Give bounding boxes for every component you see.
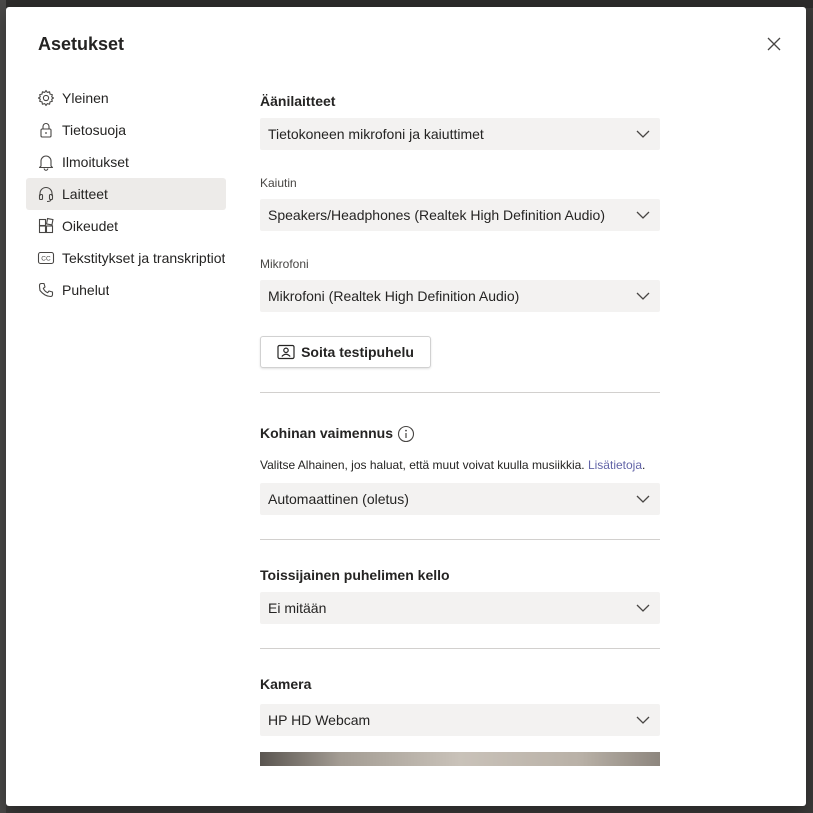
microphone-label: Mikrofoni xyxy=(260,257,309,271)
svg-text:CC: CC xyxy=(41,256,51,263)
camera-preview xyxy=(260,752,660,766)
divider xyxy=(260,392,660,393)
speaker-label: Kaiutin xyxy=(260,176,297,190)
divider xyxy=(260,539,660,540)
select-value: Automaattinen (oletus) xyxy=(268,491,409,507)
nav-item-privacy[interactable]: Tietosuoja xyxy=(26,114,226,146)
bell-icon xyxy=(37,153,55,171)
dialog-title: Asetukset xyxy=(38,34,125,54)
nav-item-label: Oikeudet xyxy=(62,218,119,234)
noise-suppression-heading: Kohinan vaimennus xyxy=(260,425,394,441)
settings-dialog: Asetukset Yleinen Tietosuoja Ilmoitukset xyxy=(6,7,806,806)
chevron-down-icon xyxy=(636,130,650,138)
chevron-down-icon xyxy=(636,495,650,503)
select-value: Speakers/Headphones (Realtek High Defini… xyxy=(268,207,605,223)
audio-devices-heading: Äänilaitteet xyxy=(260,93,336,109)
apps-icon xyxy=(37,217,55,235)
learn-more-link[interactable]: Lisätietoja xyxy=(588,458,642,472)
select-value: HP HD Webcam xyxy=(268,712,371,728)
lock-icon xyxy=(37,121,55,139)
noise-hint-text: Valitse Alhainen, jos haluat, että muut … xyxy=(260,458,585,472)
info-icon[interactable] xyxy=(397,425,415,443)
audio-device-select[interactable]: Tietokoneen mikrofoni ja kaiuttimet xyxy=(260,118,660,150)
chevron-down-icon xyxy=(636,604,650,612)
noise-suppression-select[interactable]: Automaattinen (oletus) xyxy=(260,483,660,515)
divider xyxy=(260,648,660,649)
chevron-down-icon xyxy=(636,211,650,219)
select-value: Mikrofoni (Realtek High Definition Audio… xyxy=(268,288,520,304)
speaker-select[interactable]: Speakers/Headphones (Realtek High Defini… xyxy=(260,199,660,231)
microphone-select[interactable]: Mikrofoni (Realtek High Definition Audio… xyxy=(260,280,660,312)
chevron-down-icon xyxy=(636,716,650,724)
headset-icon xyxy=(37,185,55,203)
nav-item-general[interactable]: Yleinen xyxy=(26,82,226,114)
secondary-ringer-select[interactable]: Ei mitään xyxy=(260,592,660,624)
test-call-icon xyxy=(277,344,295,360)
nav-item-captions[interactable]: CC Tekstitykset ja transkriptiot xyxy=(26,242,226,274)
gear-icon xyxy=(37,89,55,107)
close-icon xyxy=(767,37,781,51)
secondary-ringer-heading: Toissijainen puhelimen kello xyxy=(260,567,450,583)
test-call-button[interactable]: Soita testipuhelu xyxy=(260,336,431,368)
camera-heading: Kamera xyxy=(260,676,312,692)
nav-item-notifications[interactable]: Ilmoitukset xyxy=(26,146,226,178)
nav-item-label: Tietosuoja xyxy=(62,122,127,138)
select-value: Tietokoneen mikrofoni ja kaiuttimet xyxy=(268,126,484,142)
nav-item-label: Laitteet xyxy=(62,186,108,202)
noise-hint-suffix: . xyxy=(642,458,646,472)
nav-item-calls[interactable]: Puhelut xyxy=(26,274,226,306)
nav-item-label: Tekstitykset ja transkriptiot xyxy=(62,250,226,266)
chevron-down-icon xyxy=(636,292,650,300)
camera-select[interactable]: HP HD Webcam xyxy=(260,704,660,736)
noise-hint: Valitse Alhainen, jos haluat, että muut … xyxy=(260,458,645,472)
nav-item-permissions[interactable]: Oikeudet xyxy=(26,210,226,242)
close-button[interactable] xyxy=(763,33,785,55)
phone-icon xyxy=(37,281,55,299)
nav-item-label: Ilmoitukset xyxy=(62,154,129,170)
nav-item-label: Yleinen xyxy=(62,90,109,106)
nav-item-devices[interactable]: Laitteet xyxy=(26,178,226,210)
test-call-label: Soita testipuhelu xyxy=(301,344,414,360)
nav-item-label: Puhelut xyxy=(62,282,110,298)
settings-nav: Yleinen Tietosuoja Ilmoitukset Laitteet … xyxy=(26,82,226,306)
select-value: Ei mitään xyxy=(268,600,327,616)
closed-captions-icon: CC xyxy=(37,249,55,267)
